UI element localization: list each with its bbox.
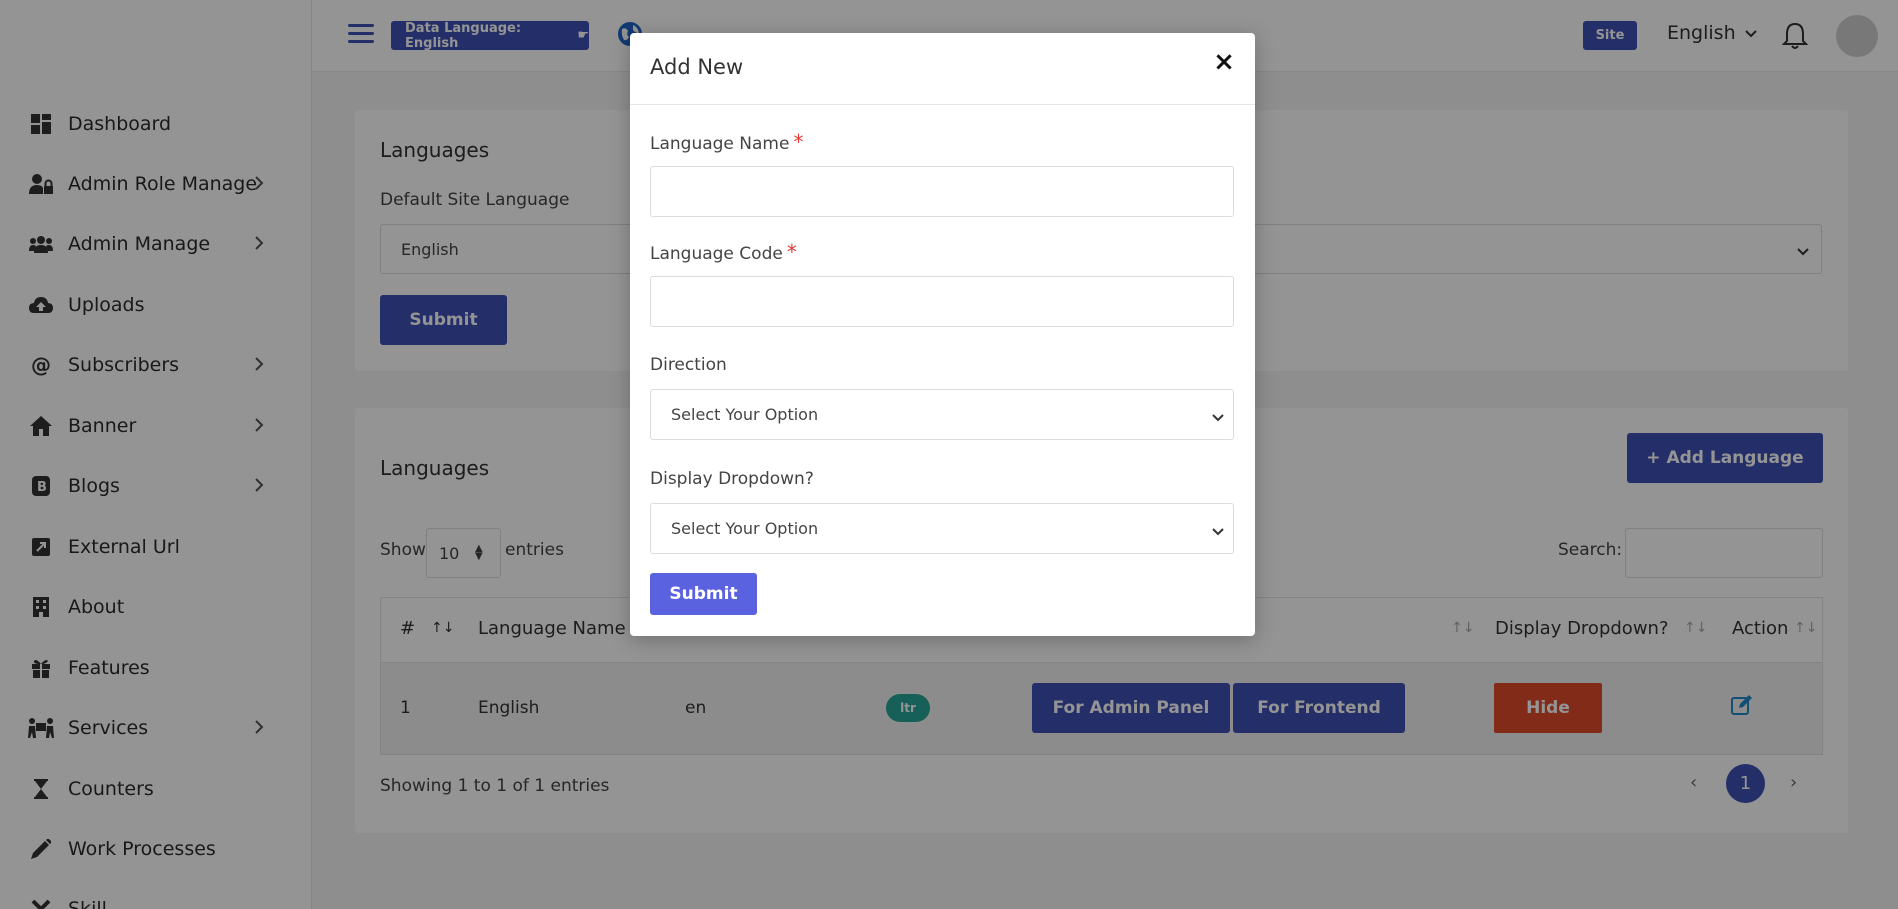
direction-select[interactable]: Select Your Option <box>650 389 1234 440</box>
required-mark: * <box>786 240 797 264</box>
chevron-down-icon <box>1211 522 1225 541</box>
direction-select-value: Select Your Option <box>671 405 819 424</box>
modal-title: Add New <box>650 55 744 79</box>
modal-submit-button[interactable]: Submit <box>650 573 757 615</box>
display-dropdown-select-value: Select Your Option <box>671 519 819 538</box>
display-dropdown-select[interactable]: Select Your Option <box>650 503 1234 554</box>
language-code-input[interactable] <box>650 276 1234 327</box>
language-code-label-text: Language Code <box>650 244 783 264</box>
required-mark: * <box>793 130 804 154</box>
modal-header: Add New × <box>630 33 1255 105</box>
add-language-modal: Add New × Language Name * Language Code * … <box>630 33 1255 636</box>
language-name-label: Language Name * <box>650 130 803 154</box>
chevron-down-icon <box>1211 408 1225 427</box>
language-name-input[interactable] <box>650 166 1234 217</box>
language-code-label: Language Code * <box>650 240 797 264</box>
display-dropdown-label: Display Dropdown? <box>650 469 814 489</box>
language-name-label-text: Language Name <box>650 134 790 154</box>
direction-label: Direction <box>650 355 727 375</box>
close-icon[interactable]: × <box>1211 47 1237 77</box>
